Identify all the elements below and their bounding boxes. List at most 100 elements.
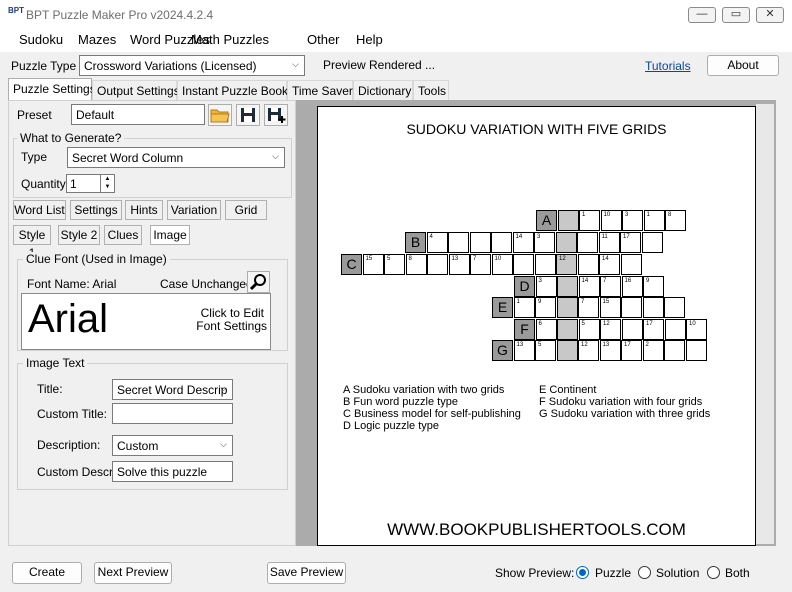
preview-scrollbar[interactable] (756, 104, 774, 544)
create-button[interactable]: Create (12, 562, 82, 584)
preset-input[interactable]: Default (71, 104, 205, 125)
grid-cell: 1 (579, 210, 600, 231)
radio-puzzle[interactable] (576, 566, 589, 579)
quantity-label: Quantity (21, 177, 66, 191)
chevron-down-icon: ⌵ (272, 151, 279, 161)
grid-cell (577, 232, 598, 253)
type-select[interactable]: Secret Word Column ⌵ (67, 147, 285, 168)
left-clue: D Logic puzzle type (343, 420, 439, 432)
radio-puzzle-label[interactable]: Puzzle (595, 566, 631, 580)
grid-letter-a: A (536, 210, 557, 231)
puzzle-type-select[interactable]: Crossword Variations (Licensed) ⌵ (79, 55, 305, 76)
window-title: BPT Puzzle Maker Pro v2024.4.2.4 (26, 8, 214, 22)
case-label: Case Unchanged (160, 277, 253, 291)
menu-math-puzzles[interactable]: Math Puzzles (191, 32, 269, 47)
type-label: Type (21, 150, 48, 164)
subtab-hints[interactable]: Hints (125, 200, 163, 220)
grid-cell: 1 (643, 210, 665, 231)
font-name-label: Font Name: Arial (27, 277, 117, 291)
grid-cell: 7 (578, 297, 599, 318)
radio-solution-label[interactable]: Solution (656, 566, 699, 580)
subtab-word-list[interactable]: Word List (13, 200, 66, 220)
menu-mazes[interactable]: Mazes (78, 32, 116, 47)
folder-icon (210, 109, 230, 123)
grid-cell (491, 232, 512, 253)
subtab-style-1[interactable]: Style 1 (13, 225, 51, 260)
quantity-stepper[interactable]: ▲ ▼ (100, 174, 115, 193)
grid-cell (448, 232, 469, 253)
maximize-button[interactable]: ▭ (722, 7, 750, 23)
save-preset-button[interactable] (236, 104, 260, 126)
grid-cell (641, 232, 663, 253)
preview-page: SUDOKU VARIATION WITH FIVE GRIDS A 1 10 3 1 8… (317, 106, 756, 546)
radio-solution[interactable] (638, 566, 651, 579)
subtab-grid[interactable]: Grid (225, 200, 267, 220)
tab-puzzle-settings[interactable]: Puzzle Settings (8, 78, 96, 100)
menu-other[interactable]: Other (307, 32, 340, 47)
grid-cell: 12 (578, 340, 599, 361)
tab-tools[interactable]: Tools (413, 80, 449, 100)
open-preset-button[interactable] (208, 104, 232, 126)
minimize-icon: — (696, 8, 708, 20)
grid-cell (664, 297, 685, 318)
preset-label: Preset (17, 108, 52, 122)
radio-both-label[interactable]: Both (725, 566, 750, 580)
tab-dictionary[interactable]: Dictionary (353, 80, 413, 100)
clue-font-label: Clue Font (Used in Image) (23, 252, 170, 266)
left-clue: B Fun word puzzle type (343, 396, 458, 408)
grid-cell: 3 (535, 276, 557, 297)
subtab-settings[interactable]: Settings (70, 200, 122, 220)
grid-cell: 5 (384, 254, 405, 275)
grid-cell: 14 (599, 254, 620, 275)
title-select[interactable]: Secret Word Descrip ⌵ (112, 379, 233, 400)
custom-descr-input[interactable]: Solve this puzzle (112, 461, 233, 482)
grid-cell: 10 (600, 210, 622, 231)
radio-both[interactable] (707, 566, 720, 579)
preview-font-button[interactable] (247, 271, 270, 293)
maximize-icon: ▭ (730, 8, 742, 20)
grid-cell: 17 (643, 319, 664, 340)
grid-cell: 17 (620, 232, 641, 253)
save-preview-button[interactable]: Save Preview (267, 562, 346, 584)
grid-cell: 3 (534, 232, 555, 253)
font-hint-line2: Font Settings (196, 319, 267, 333)
subtab-style-2[interactable]: Style 2 (58, 225, 100, 245)
close-button[interactable]: ✕ (756, 7, 784, 23)
grid-cell: 7 (470, 254, 491, 275)
grid-cell (577, 254, 599, 275)
subtab-clues[interactable]: Clues (104, 225, 142, 245)
save-as-preset-button[interactable] (264, 104, 288, 126)
quantity-input[interactable]: 1 (66, 174, 102, 193)
grid-cell (556, 297, 578, 318)
grid-cell (556, 340, 578, 361)
grid-letter-d: D (514, 276, 535, 297)
save-as-icon (268, 108, 286, 123)
tab-output-settings[interactable]: Output Settings (92, 80, 180, 100)
puzzle-type-label: Puzzle Type (11, 59, 77, 73)
custom-title-input[interactable] (112, 403, 233, 424)
tab-time-saver[interactable]: Time Saver (287, 80, 353, 100)
next-preview-button[interactable]: Next Preview (94, 562, 172, 584)
grid-cell (642, 297, 664, 318)
menu-sudoku[interactable]: Sudoku (19, 32, 63, 47)
chevron-down-icon: ▼ (104, 184, 111, 190)
chevron-down-icon: ⌵ (220, 383, 227, 393)
about-button[interactable]: About (707, 55, 779, 76)
grid-cell: 10 (491, 254, 513, 275)
grid-cell: 15 (362, 254, 384, 275)
right-clue: F Sudoku variation with four grids (539, 396, 703, 408)
description-select[interactable]: Custom ⌵ (112, 435, 233, 456)
chevron-up-icon: ▲ (104, 176, 111, 182)
minimize-button[interactable]: — (688, 7, 716, 23)
menu-help[interactable]: Help (356, 32, 383, 47)
subtab-variation[interactable]: Variation (167, 200, 221, 220)
tab-instant-puzzle-books[interactable]: Instant Puzzle Books (177, 80, 294, 100)
right-clue: G Sudoku variation with three grids (539, 408, 711, 420)
subtab-image[interactable]: Image (150, 225, 190, 245)
grid-cell: 6 (535, 319, 557, 340)
grid-cell (469, 232, 491, 253)
type-value: Secret Word Column (72, 151, 184, 165)
tutorials-link[interactable]: Tutorials (645, 59, 691, 73)
custom-title-label: Custom Title: (37, 407, 108, 421)
grid-cell: 14 (578, 276, 600, 297)
